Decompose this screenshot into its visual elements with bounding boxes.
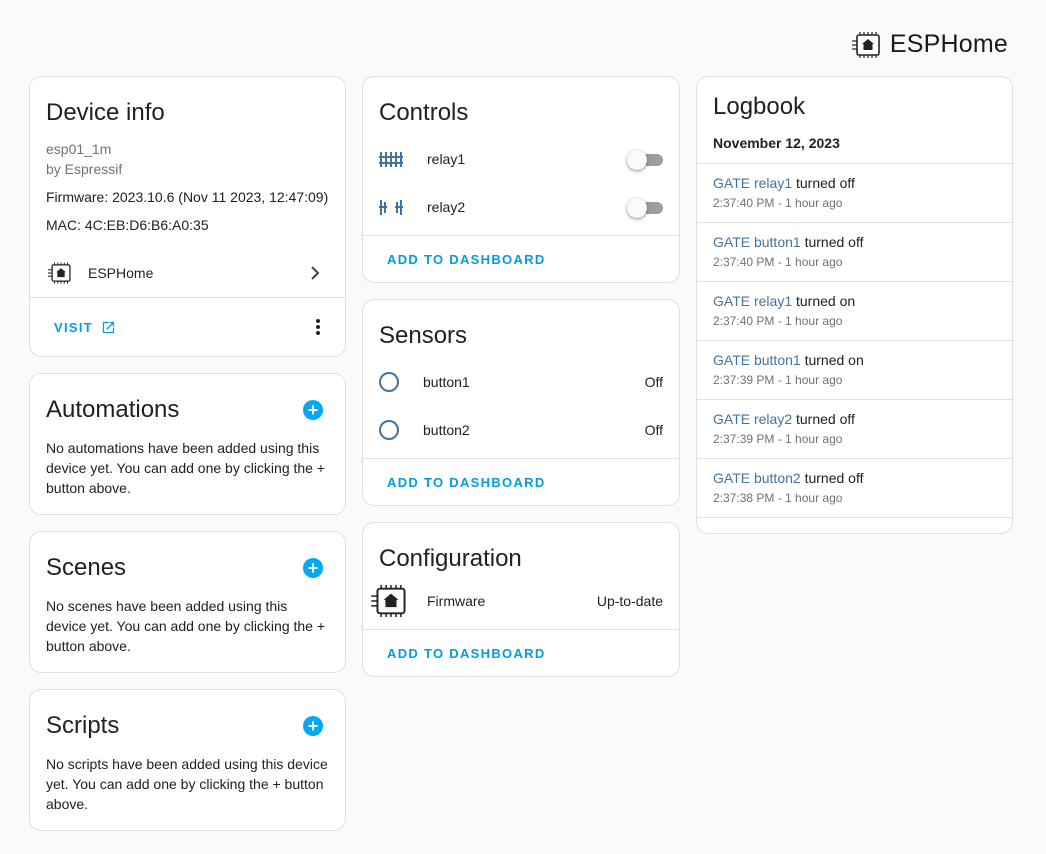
radiobox-icon	[379, 420, 399, 440]
brand-name: ESPHome	[889, 30, 1008, 58]
scripts-card: Scripts + No scripts have been added usi…	[29, 689, 346, 831]
scenes-empty-text: No scenes have been added using this dev…	[46, 598, 326, 654]
logbook-title: Logbook	[713, 93, 806, 120]
sensor-name: button1	[423, 374, 470, 390]
brand: ESPHome	[851, 30, 1008, 59]
log-entry-partial	[697, 517, 1012, 533]
log-action: turned off	[796, 411, 855, 427]
log-entity-link[interactable]: GATE button1	[713, 234, 801, 250]
log-entity-link[interactable]: GATE button2	[713, 470, 801, 486]
plus-icon: +	[307, 558, 319, 578]
integration-label: ESPHome	[88, 265, 154, 281]
logbook-card: Logbook November 12, 2023 GATE relay1 tu…	[696, 76, 1013, 534]
configuration-add-to-dashboard-button[interactable]: Add to dashboard	[371, 638, 562, 669]
log-time: 2:37:39 PM - 1 hour ago	[713, 432, 843, 446]
config-state: Up-to-date	[596, 593, 663, 609]
plus-icon: +	[307, 400, 319, 420]
sensor-name: button2	[423, 422, 470, 438]
radiobox-icon	[379, 372, 399, 392]
configuration-title: Configuration	[379, 545, 522, 572]
logbook-date: November 12, 2023	[713, 135, 840, 151]
config-name: Firmware	[427, 593, 486, 609]
log-entry: GATE relay2 turned off 2:37:39 PM - 1 ho…	[697, 399, 1012, 458]
log-action: turned off	[804, 470, 864, 486]
device-mac: MAC: 4C:EB:D6:B6:A0:35	[46, 217, 209, 233]
sensor-row-button2[interactable]: button2 Off	[363, 406, 679, 454]
integration-link[interactable]: ESPHome	[30, 249, 345, 297]
sensors-add-to-dashboard-button[interactable]: Add to dashboard	[371, 467, 562, 498]
device-info-card: Device info esp01_1m by Espressif Firmwa…	[29, 76, 346, 357]
log-time: 2:37:39 PM - 1 hour ago	[713, 373, 843, 387]
scenes-card: Scenes + No scenes have been added using…	[29, 531, 346, 673]
control-row-relay2[interactable]: relay2	[363, 183, 679, 231]
add-automation-button[interactable]: +	[303, 400, 323, 420]
sensors-card: Sensors button1 Off button2 Off Add to d…	[362, 299, 680, 506]
controls-title: Controls	[379, 99, 469, 126]
sensor-state: Off	[644, 374, 663, 390]
controls-card: Controls relay1 relay2 Add to dashboard	[362, 76, 680, 283]
visit-label: Visit	[54, 319, 94, 335]
chevron-right-icon	[311, 266, 320, 280]
plus-icon: +	[307, 716, 319, 736]
log-time: 2:37:40 PM - 1 hour ago	[713, 314, 843, 328]
sensor-row-button1[interactable]: button1 Off	[363, 358, 679, 406]
gate-open-icon	[379, 200, 403, 215]
log-time: 2:37:38 PM - 1 hour ago	[713, 491, 843, 505]
log-entity-link[interactable]: GATE relay1	[713, 175, 792, 191]
control-row-relay1[interactable]: relay1	[363, 135, 679, 183]
esphome-chip-icon	[48, 262, 71, 284]
log-action: turned on	[796, 293, 856, 309]
log-entry: GATE button1 turned on 2:37:39 PM - 1 ho…	[697, 340, 1012, 399]
log-time: 2:37:40 PM - 1 hour ago	[713, 255, 843, 269]
log-time: 2:37:40 PM - 1 hour ago	[713, 196, 843, 210]
sensor-state: Off	[644, 422, 663, 438]
log-entity-link[interactable]: GATE relay1	[713, 293, 792, 309]
log-entry: GATE button2 turned off 2:37:38 PM - 1 h…	[697, 458, 1012, 517]
log-entity-link[interactable]: GATE relay2	[713, 411, 792, 427]
esphome-chip-icon	[851, 31, 880, 58]
relay1-toggle[interactable]	[627, 149, 663, 170]
log-action: turned on	[804, 352, 864, 368]
add-script-button[interactable]: +	[303, 716, 323, 736]
log-entry: GATE relay1 turned off 2:37:40 PM - 1 ho…	[697, 163, 1012, 222]
relay2-toggle[interactable]	[627, 197, 663, 218]
config-row-firmware[interactable]: Firmware Up-to-date	[363, 577, 679, 625]
esphome-chip-icon	[371, 585, 406, 617]
controls-add-to-dashboard-button[interactable]: Add to dashboard	[371, 244, 562, 275]
sensors-title: Sensors	[379, 322, 468, 349]
device-firmware: Firmware: 2023.10.6 (Nov 11 2023, 12:47:…	[46, 189, 329, 205]
scripts-empty-text: No scripts have been added using this de…	[46, 756, 328, 812]
scenes-title: Scenes	[46, 554, 127, 581]
automations-empty-text: No automations have been added using thi…	[46, 440, 326, 496]
column-middle: Controls relay1 relay2 Add to dashboard …	[362, 76, 680, 693]
automations-title: Automations	[46, 396, 180, 423]
control-name: relay1	[427, 151, 466, 167]
add-scene-button[interactable]: +	[303, 558, 323, 578]
gate-icon	[379, 152, 403, 167]
automations-card: Automations + No automations have been a…	[29, 373, 346, 515]
log-action: turned off	[804, 234, 864, 250]
log-entry: GATE button1 turned off 2:37:40 PM - 1 h…	[697, 222, 1012, 281]
log-action: turned off	[796, 175, 855, 191]
open-in-new-icon	[102, 321, 115, 333]
configuration-card: Configuration Firmware Up-to-date Add to…	[362, 522, 680, 677]
column-left: Device info esp01_1m by Espressif Firmwa…	[29, 76, 346, 847]
device-manufacturer: by Espressif	[46, 161, 123, 177]
device-model: esp01_1m	[46, 141, 112, 157]
log-entity-link[interactable]: GATE button1	[713, 352, 801, 368]
device-info-title: Device info	[46, 99, 165, 126]
visit-button[interactable]: Visit	[38, 312, 132, 343]
scripts-title: Scripts	[46, 712, 120, 739]
column-right: Logbook November 12, 2023 GATE relay1 tu…	[696, 76, 1013, 550]
more-vertical-icon[interactable]	[315, 318, 321, 336]
control-name: relay2	[427, 199, 466, 215]
log-entry: GATE relay1 turned on 2:37:40 PM - 1 hou…	[697, 281, 1012, 340]
